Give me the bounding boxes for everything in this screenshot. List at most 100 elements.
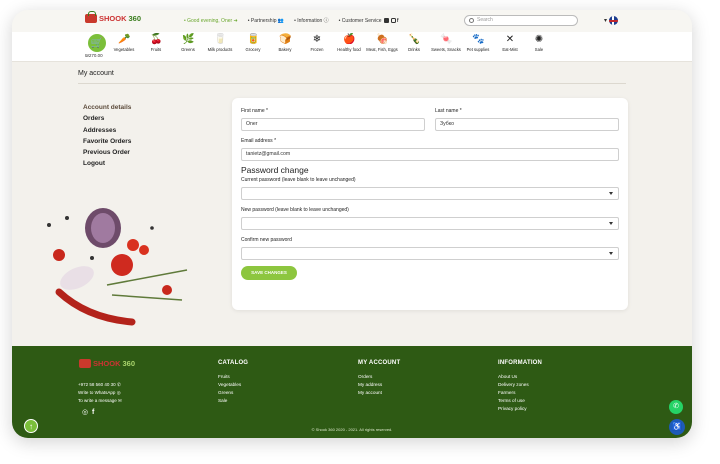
menu-previous-order[interactable]: Previous Order: [83, 147, 131, 158]
search-input[interactable]: Search: [464, 15, 578, 26]
arrow-up-icon: ↑: [29, 422, 33, 431]
accessibility-button[interactable]: ♿: [669, 419, 685, 435]
show-password-icon[interactable]: [609, 252, 613, 255]
greeting-link[interactable]: • Good evening, Oner ➜: [184, 18, 238, 24]
chat-icon[interactable]: [383, 17, 389, 23]
footer-link[interactable]: Vegetables: [218, 381, 248, 389]
footer-link[interactable]: About Us: [498, 373, 542, 381]
footer-whatsapp[interactable]: Write to WhatsApp ◎: [78, 389, 122, 397]
category-fruits[interactable]: 🍒 Fruits: [139, 34, 173, 52]
divider: [78, 83, 626, 84]
footer-link[interactable]: Delivery zones: [498, 381, 542, 389]
category-drinks[interactable]: 🍾 Drinks: [397, 34, 431, 52]
category-grocery[interactable]: 🥫 Grocery: [236, 34, 270, 52]
snowflake-icon: ❄: [312, 34, 322, 45]
cherry-tomato-shape: [139, 245, 149, 255]
new-password-field[interactable]: [241, 217, 619, 230]
whatsapp-icon: ◎: [116, 390, 121, 395]
category-meat-fish-eggs[interactable]: 🍖 Meat, Fish, Eggs: [365, 34, 399, 52]
cherry-tomato-shape: [127, 239, 139, 251]
email-label: Email address *: [241, 138, 277, 144]
footer-information: INFORMATION About Us Delivery zones Farm…: [498, 359, 542, 413]
phone-icon: ✆: [116, 382, 121, 387]
footer-link[interactable]: Sale: [218, 397, 248, 405]
customer-service-link[interactable]: • Customer Service f: [339, 18, 399, 24]
category-sweets-snacks[interactable]: 🍬 Sweets, Snacks: [429, 34, 463, 52]
whatsapp-button[interactable]: ✆: [669, 400, 683, 414]
footer-link[interactable]: Farmers: [498, 389, 542, 397]
category-pet-supplies[interactable]: 🐾 Pet supplies: [461, 34, 495, 52]
search-icon: [469, 18, 474, 23]
footer: SHOOK 360 +972 58 560 40 30 ✆ Write to Wh…: [12, 346, 692, 438]
uk-flag-icon: [608, 16, 618, 25]
menu-addresses[interactable]: Addresses: [83, 125, 131, 136]
peppercorn-shape: [150, 226, 154, 230]
category-bakery[interactable]: 🍞 Bakery: [268, 34, 302, 52]
footer-catalog: CATALOG Fruits Vegetables Greens Sale: [218, 359, 248, 405]
footer-account-title: MY ACCOUNT: [358, 360, 401, 366]
top-links: • Good evening, Oner ➜ • Partnership 👥 •…: [184, 17, 399, 25]
rosemary-shape: [111, 294, 183, 301]
page-title: My account: [78, 70, 114, 77]
current-password-field[interactable]: [241, 187, 619, 200]
first-name-label: First name *: [241, 108, 268, 114]
information-link[interactable]: • Information ⓘ: [294, 17, 329, 24]
top-bar: SHOOK 360 • Good evening, Oner ➜ • Partne…: [12, 10, 692, 32]
footer-link[interactable]: Orders: [358, 373, 400, 381]
show-password-icon[interactable]: [609, 192, 613, 195]
first-name-field[interactable]: Oner: [241, 118, 425, 131]
carrot-icon: 🥕: [118, 34, 131, 45]
cart-button[interactable]: 🛒: [88, 34, 106, 52]
category-milk-products[interactable]: 🥛 Milk products: [203, 34, 237, 52]
facebook-icon[interactable]: f: [397, 18, 399, 24]
footer-link[interactable]: Privacy policy: [498, 405, 542, 413]
save-changes-button[interactable]: SAVE CHANGES: [241, 266, 297, 280]
accessibility-icon: ♿: [672, 422, 682, 431]
milk-icon: 🥛: [214, 34, 227, 45]
partnership-link[interactable]: • Partnership 👥: [248, 18, 284, 24]
copyright: © Shook 360 2020 - 2021. All rights rese…: [311, 427, 393, 432]
language-selector[interactable]: ▾: [604, 16, 618, 25]
footer-link[interactable]: Fruits: [218, 373, 248, 381]
instagram-icon[interactable]: ◎: [82, 409, 88, 416]
footer-message[interactable]: To write a message ✉: [78, 397, 122, 405]
menu-orders[interactable]: Orders: [83, 113, 131, 124]
category-frozen[interactable]: ❄ Frozen: [300, 34, 334, 52]
footer-link[interactable]: My address: [358, 381, 400, 389]
category-sale[interactable]: ✺ Sale: [522, 34, 556, 52]
site-logo[interactable]: SHOOK 360: [85, 11, 141, 23]
footer-phone[interactable]: +972 58 560 40 30 ✆: [78, 381, 122, 389]
footer-link[interactable]: Greens: [218, 389, 248, 397]
confirm-password-field[interactable]: [241, 247, 619, 260]
facebook-icon[interactable]: f: [92, 409, 94, 416]
menu-logout[interactable]: Logout: [83, 158, 131, 169]
bread-icon: 🍞: [279, 34, 292, 45]
footer-link[interactable]: My account: [358, 389, 400, 397]
meat-icon: 🍖: [376, 34, 389, 45]
category-healthy-food[interactable]: 🍎 Healthy food: [332, 34, 366, 52]
show-password-icon[interactable]: [609, 222, 613, 225]
category-vegetables[interactable]: 🥕 Vegetables: [107, 34, 141, 52]
grocery-icon: 🥫: [247, 34, 260, 45]
footer-logo[interactable]: SHOOK 360: [79, 359, 135, 368]
instagram-icon[interactable]: [390, 17, 396, 23]
email-field[interactable]: tanietz@gmail.com: [241, 148, 619, 161]
menu-account-details[interactable]: Account details: [83, 102, 131, 113]
cart-icon: 🛒: [90, 37, 104, 49]
tomato-shape: [111, 254, 133, 276]
menu-favorite-orders[interactable]: Favorite Orders: [83, 136, 131, 147]
candy-icon: 🍬: [440, 34, 453, 45]
new-password-label: New password (leave blank to leave uncha…: [241, 207, 349, 213]
utensils-icon: ✕: [505, 34, 515, 45]
scroll-to-top-button[interactable]: ↑: [24, 419, 38, 433]
footer-catalog-title: CATALOG: [218, 360, 249, 366]
cherry-icon: 🍒: [150, 34, 163, 45]
last-name-field[interactable]: Зубко: [435, 118, 619, 131]
account-menu: Account details Orders Addresses Favorit…: [83, 102, 131, 170]
account-details-card: First name * Oner Last name * Зубко Emai…: [232, 98, 628, 310]
peppercorn-shape: [65, 216, 69, 220]
category-greens[interactable]: 🌿 Greens: [171, 34, 205, 52]
onion-inner-shape: [91, 213, 115, 243]
footer-link[interactable]: Terms of use: [498, 397, 542, 405]
herb-icon: 🌿: [182, 34, 195, 45]
